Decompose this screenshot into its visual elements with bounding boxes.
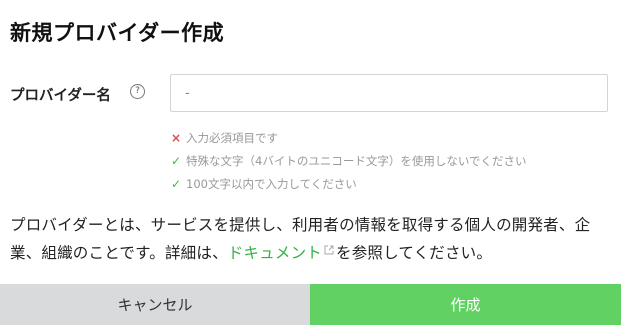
provider-name-input[interactable] — [170, 74, 608, 112]
rule-max-length: ✓ 100文字以内で入力してください — [171, 172, 526, 195]
rule-text: 入力必須項目です — [186, 130, 278, 145]
rule-text: 特殊な文字（4バイトのユニコード文字）を使用しないでください — [186, 153, 527, 168]
help-circle-icon[interactable]: ? — [130, 84, 145, 99]
cross-icon: × — [171, 130, 182, 145]
provider-name-row: プロバイダー名 ? — [10, 74, 610, 114]
dialog-title: 新規プロバイダー作成 — [10, 21, 225, 45]
external-link-icon — [324, 239, 334, 267]
rule-special-chars: ✓ 特殊な文字（4バイトのユニコード文字）を使用しないでください — [171, 149, 526, 172]
rule-required: × 入力必須項目です — [171, 126, 526, 149]
rule-text: 100文字以内で入力してください — [186, 176, 357, 191]
check-icon: ✓ — [171, 176, 182, 191]
provider-name-label: プロバイダー名 — [10, 88, 111, 104]
description-text-end: を参照してください。 — [336, 244, 493, 262]
cancel-button[interactable]: キャンセル — [0, 284, 310, 325]
check-icon: ✓ — [171, 153, 182, 168]
validation-rules: × 入力必須項目です ✓ 特殊な文字（4バイトのユニコード文字）を使用しないでく… — [171, 126, 526, 195]
documentation-link[interactable]: ドキュメント — [228, 244, 322, 262]
provider-description: プロバイダーとは、サービスを提供し、利用者の情報を取得する個人の開発者、企業、組… — [10, 211, 614, 267]
create-button[interactable]: 作成 — [310, 284, 621, 325]
dialog-footer: キャンセル 作成 — [0, 284, 621, 325]
